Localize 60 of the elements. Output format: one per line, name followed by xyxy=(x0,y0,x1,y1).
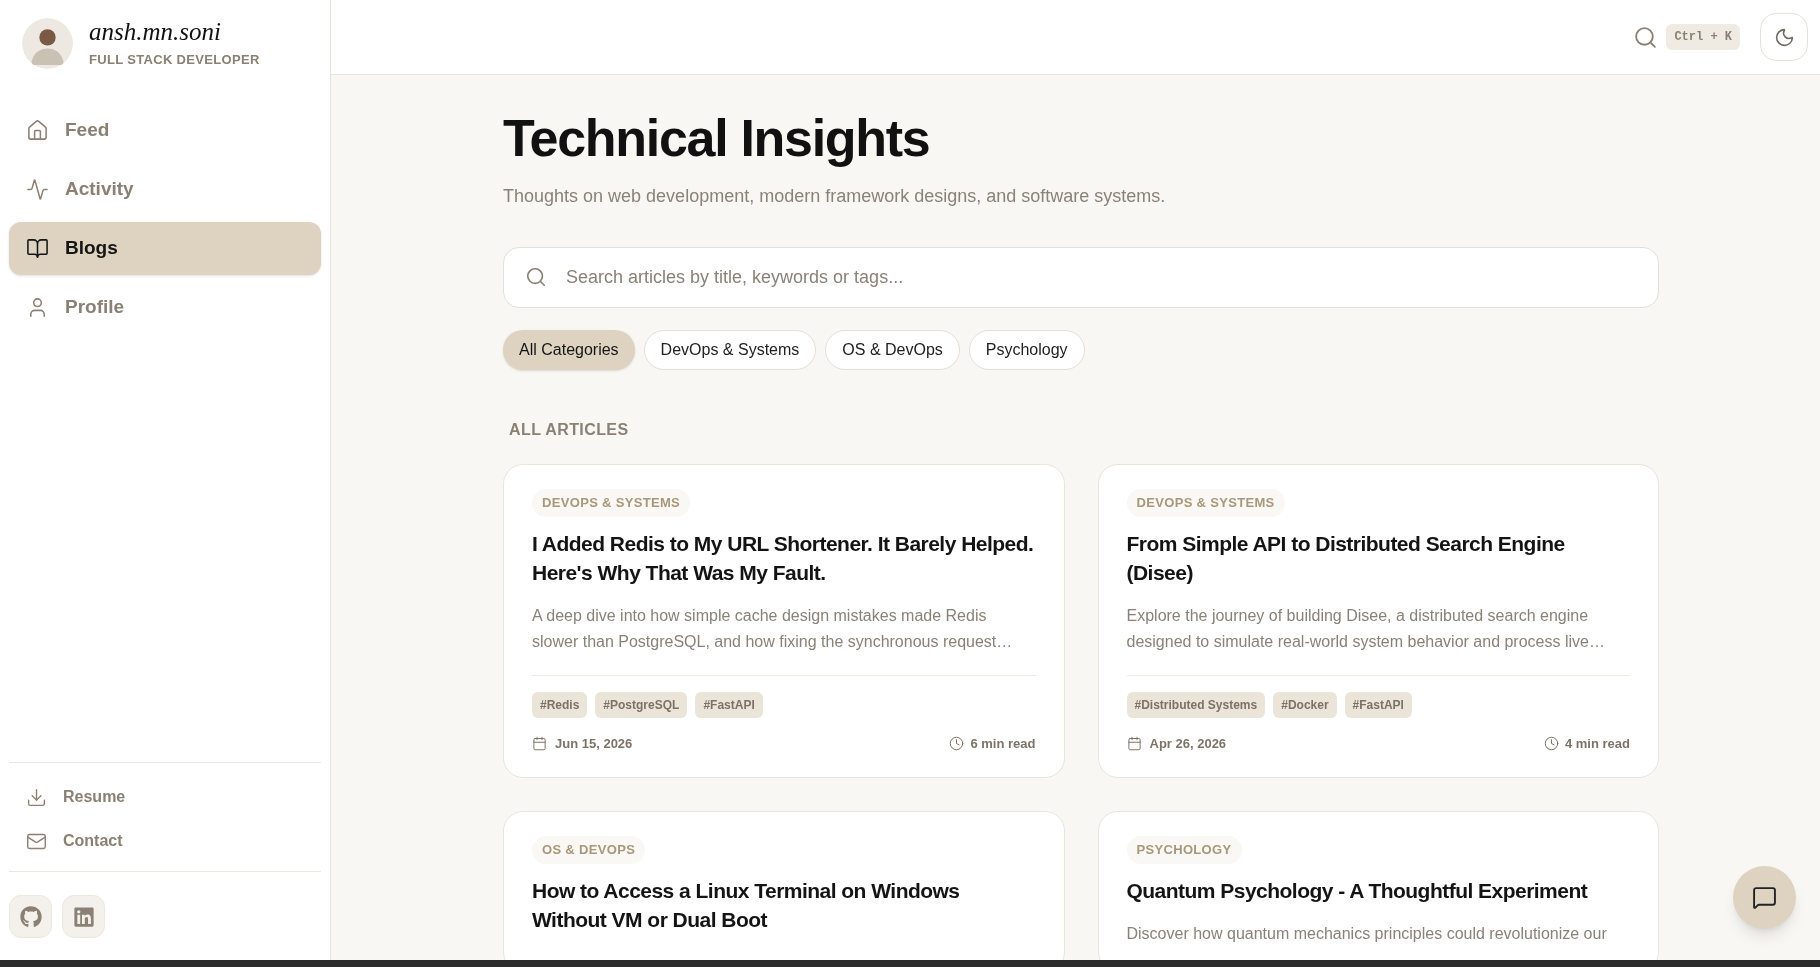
calendar-icon xyxy=(1126,735,1142,751)
nav-item[interactable]: Profile xyxy=(9,280,321,334)
avatar xyxy=(22,18,73,70)
social-button[interactable] xyxy=(62,895,105,938)
keyboard-shortcut: Ctrl + K xyxy=(1666,24,1740,50)
profile-name: ansh.mn.soni xyxy=(89,18,222,46)
filter-chip[interactable]: OS & DevOps xyxy=(825,330,960,370)
search-icon xyxy=(525,266,547,288)
nav-item[interactable]: Blogs xyxy=(9,221,321,275)
home-icon xyxy=(26,118,49,142)
article-card[interactable]: PSYCHOLOGY Quantum Psychology - A Thoughtful Experiment Discover how quantum mechanics principles could revolutionize our xyxy=(1097,811,1659,960)
filter-chip[interactable]: Psychology xyxy=(968,330,1085,370)
tag[interactable]: #FastAPI xyxy=(1344,691,1412,718)
read-time: 4 min read xyxy=(1564,734,1630,753)
article-date: Apr 26, 2026 xyxy=(1149,734,1227,753)
moon-icon xyxy=(1773,26,1795,48)
filter-chip[interactable]: All Categories xyxy=(503,330,635,370)
linkedin-icon xyxy=(72,905,95,928)
footer-link[interactable]: Resume xyxy=(9,785,321,809)
tag[interactable]: #PostgreSQL xyxy=(595,691,688,718)
section-title: ALL ARTICLES xyxy=(509,420,630,440)
footer-link[interactable]: Contact xyxy=(9,829,321,853)
read-time: 6 min read xyxy=(970,734,1036,753)
category-label: DEVOPS & SYSTEMS xyxy=(1126,489,1285,517)
calendar-icon xyxy=(532,735,547,751)
clock-icon xyxy=(1543,735,1559,751)
download-icon xyxy=(26,786,47,808)
pulse-line-icon xyxy=(26,177,49,201)
tag[interactable]: #FastAPI xyxy=(695,691,763,718)
category-label: OS & DEVOPS xyxy=(532,836,646,864)
tag[interactable]: #Docker xyxy=(1273,691,1337,718)
tag[interactable]: #Redis xyxy=(532,691,588,718)
github-icon xyxy=(19,905,42,928)
article-title: How to Access a Linux Terminal on Windows Without VM or Dual Boot xyxy=(532,877,961,933)
article-excerpt: A deep dive into how simple cache design mistakes made Redis slower than PostgreSQL, and how fixing the synchronous request… xyxy=(532,605,1014,652)
tag[interactable]: #Distributed Systems xyxy=(1126,691,1266,718)
chat-button[interactable] xyxy=(1733,866,1796,929)
theme-toggle-button[interactable] xyxy=(1760,13,1808,61)
profile-role: FULL STACK DEVELOPER xyxy=(89,51,260,69)
article-card[interactable] xyxy=(503,464,1065,778)
article-title: Quantum Psychology - A Thoughtful Experiment xyxy=(1126,877,1589,904)
filter-chip[interactable]: DevOps & Systems xyxy=(643,330,817,370)
clock-icon xyxy=(949,735,965,751)
search-field[interactable]: Search articles by title, keywords or tags... xyxy=(503,247,1659,308)
article-title: I Added Redis to My URL Shortener. It Barely Helped. Here's Why That Was My Fault. xyxy=(532,530,1035,586)
book-icon xyxy=(26,236,49,260)
search-icon[interactable] xyxy=(1633,24,1659,50)
social-button[interactable] xyxy=(9,895,52,938)
article-card[interactable]: OS & DEVOPS How to Access a Linux Terminal on Windows Without VM or Dual Boot xyxy=(503,811,1065,960)
article-excerpt: Explore the journey of building Disee, a distributed search engine designed to simulate real-world system behavior and process live… xyxy=(1126,605,1606,652)
page-subtitle: Thoughts on web development, modern framework designs, and software systems. xyxy=(503,185,1167,208)
article-date: Jun 15, 2026 xyxy=(555,734,633,753)
nav-item[interactable]: Activity xyxy=(9,162,321,216)
nav-item[interactable]: Feed xyxy=(9,103,321,157)
category-label: DEVOPS & SYSTEMS xyxy=(532,489,691,517)
article-excerpt: Discover how quantum mechanics principles could revolutionize our xyxy=(1126,923,1608,944)
article-title: From Simple API to Distributed Search Engine (Disee) xyxy=(1126,530,1566,586)
page-title: Technical Insights xyxy=(503,108,931,169)
category-label: PSYCHOLOGY xyxy=(1126,836,1242,864)
chat-icon xyxy=(1752,885,1777,910)
